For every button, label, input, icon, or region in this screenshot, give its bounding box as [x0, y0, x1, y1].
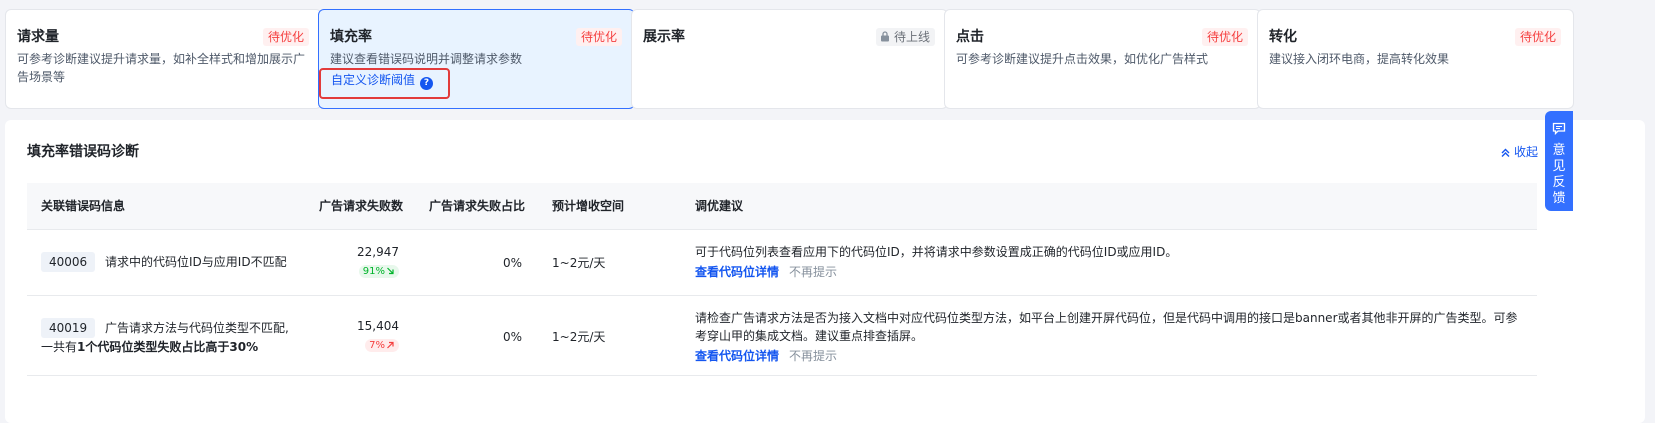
error-code-tag: 40019	[41, 318, 96, 338]
dont-show-again-link[interactable]: 不再提示	[789, 265, 837, 279]
error-code-note-prefix: 一共有	[41, 340, 78, 354]
optimization-advice: 请检查广告请求方法是否为接入文档中对应代码位类型方法，如平台上创建开屏代码位，但…	[695, 309, 1527, 365]
table-header: 关联错误码信息 广告请求失败数 广告请求失败占比 预计增收空间 调优建议	[27, 183, 1537, 230]
card-conversion[interactable]: 转化 待优化 建议接入闭环电商，提高转化效果	[1257, 9, 1574, 109]
status-badge: 待优化	[1514, 28, 1561, 46]
feedback-label: 意见反馈	[1552, 143, 1566, 206]
card-request-volume[interactable]: 请求量 待优化 可参考诊断建议提升请求量，如补全样式和增加展示广告场景等	[5, 9, 322, 109]
chevron-up-icon	[1501, 148, 1510, 157]
error-code-info: 40019 广告请求方法与代码位类型不匹配, 一共有1个代码位类型失败占比高于3…	[41, 318, 301, 356]
status-badge: 待优化	[575, 28, 622, 46]
view-adslot-details-link[interactable]: 查看代码位详情	[695, 349, 779, 363]
error-code-tag: 40006	[41, 252, 96, 272]
fail-ratio: 0%	[502, 256, 522, 270]
trend-value: 91%	[362, 266, 385, 277]
fail-count: 22,947	[357, 245, 399, 259]
card-fill-rate[interactable]: 填充率 待优化 建议查看错误码说明并调整请求参数 自定义诊断阈值?	[318, 9, 635, 109]
card-description: 可参考诊断建议提升点击效果，如优化广告样式	[956, 52, 1209, 66]
trend-badge: 7%	[365, 339, 399, 352]
dont-show-again-link[interactable]: 不再提示	[789, 349, 837, 363]
error-code-description: 广告请求方法与代码位类型不匹配,	[105, 321, 289, 335]
column-header: 广告请求失败数	[319, 199, 404, 213]
estimated-revenue: 1~2元/天	[552, 256, 606, 270]
fail-count-cell: 15,404 7%	[327, 317, 399, 353]
custom-threshold-link[interactable]: 自定义诊断阈值?	[331, 71, 434, 90]
card-impression-rate[interactable]: 展示率 待上线	[631, 9, 948, 109]
estimated-revenue: 1~2元/天	[552, 330, 606, 344]
table-row: 40006 请求中的代码位ID与应用ID不匹配 22,947 91% 0% 1~…	[27, 230, 1537, 296]
lock-icon	[880, 31, 889, 42]
error-code-info: 40006 请求中的代码位ID与应用ID不匹配	[41, 252, 287, 272]
metric-cards: 请求量 待优化 可参考诊断建议提升请求量，如补全样式和增加展示广告场景等 填充率…	[5, 9, 1645, 109]
status-badge: 待上线	[875, 28, 935, 46]
view-adslot-details-link[interactable]: 查看代码位详情	[695, 265, 779, 279]
optimization-advice: 可于代码位列表查看应用下的代码位ID，并将请求中参数设置成正确的代码位ID或应用…	[695, 243, 1525, 281]
message-icon	[1552, 122, 1566, 136]
panel-title: 填充率错误码诊断	[27, 144, 139, 160]
advice-text: 请检查广告请求方法是否为接入文档中对应代码位类型方法，如平台上创建开屏代码位，但…	[695, 311, 1518, 343]
error-code-description: 请求中的代码位ID与应用ID不匹配	[105, 255, 287, 269]
column-header: 广告请求失败占比	[429, 199, 526, 213]
card-description: 建议查看错误码说明并调整请求参数	[330, 52, 523, 66]
fail-count: 15,404	[357, 319, 399, 333]
fail-ratio: 0%	[502, 330, 522, 344]
collapse-button[interactable]: 收起	[1500, 144, 1538, 160]
error-code-note-highlight: 1个代码位类型失败占比高于30%	[77, 340, 259, 354]
card-clicks[interactable]: 点击 待优化 可参考诊断建议提升点击效果，如优化广告样式	[944, 9, 1261, 109]
column-header: 预计增收空间	[552, 199, 625, 213]
trend-badge: 91%	[358, 265, 399, 278]
collapse-label: 收起	[1514, 145, 1539, 159]
status-badge-label: 待上线	[893, 30, 930, 44]
column-header: 调优建议	[695, 199, 744, 213]
arrow-down-right-icon	[387, 267, 394, 275]
feedback-button[interactable]: 意见反馈	[1545, 111, 1573, 211]
fill-rate-diagnosis-panel: 填充率错误码诊断 收起 关联错误码信息 广告请求失败数 广告请求失败占比 预计增…	[5, 120, 1645, 423]
table-row: 40019 广告请求方法与代码位类型不匹配, 一共有1个代码位类型失败占比高于3…	[27, 296, 1537, 376]
arrow-up-right-icon	[387, 341, 394, 349]
custom-threshold-label: 自定义诊断阈值	[331, 73, 416, 87]
fail-count-cell: 22,947 91%	[327, 243, 399, 279]
card-description: 可参考诊断建议提升请求量，如补全样式和增加展示广告场景等	[17, 52, 306, 84]
card-description: 建议接入闭环电商，提高转化效果	[1269, 52, 1450, 66]
advice-text: 可于代码位列表查看应用下的代码位ID，并将请求中参数设置成正确的代码位ID或应用…	[695, 245, 1178, 259]
status-badge: 待优化	[1201, 28, 1248, 46]
help-icon[interactable]: ?	[420, 77, 434, 90]
trend-value: 7%	[369, 340, 385, 351]
column-header: 关联错误码信息	[41, 199, 126, 213]
status-badge: 待优化	[262, 28, 309, 46]
